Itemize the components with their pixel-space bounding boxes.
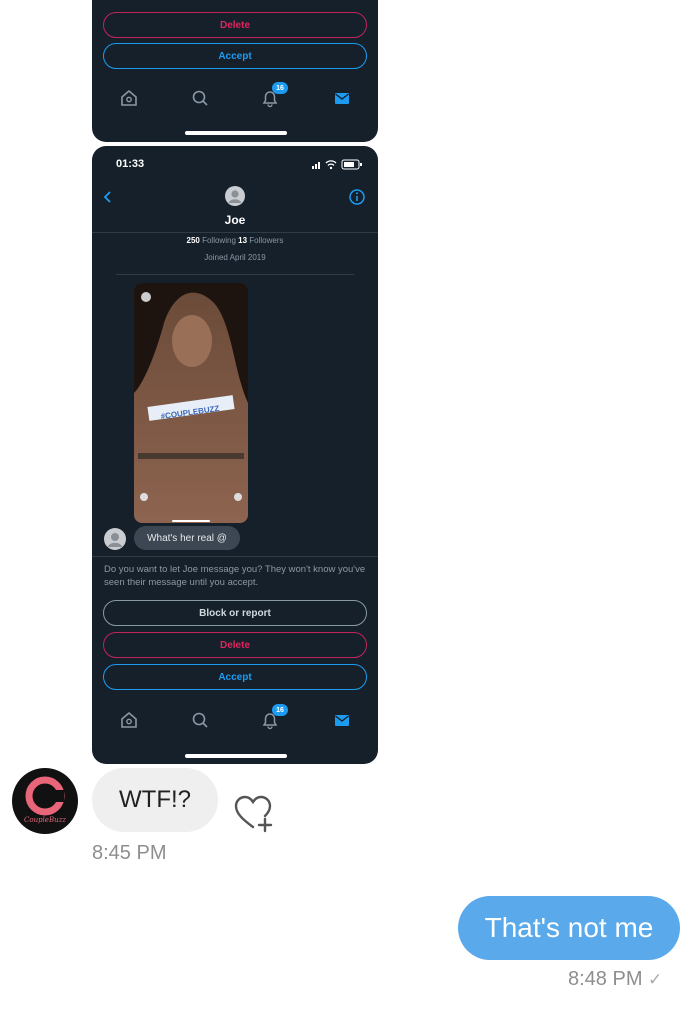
request-divider	[92, 556, 378, 557]
info-icon[interactable]	[348, 188, 366, 206]
dm-request-screenshot: 01:33 Joe 250 Following 13 Followers Joi…	[92, 146, 378, 764]
following-count: 250	[186, 236, 200, 245]
accept-label: Accept	[218, 50, 252, 62]
block-report-label: Block or report	[199, 607, 271, 619]
sent-message-text: That's not me	[484, 912, 654, 943]
story-home-indicator	[172, 520, 210, 522]
like-heart-icon[interactable]	[232, 793, 274, 833]
sent-message-bubble: That's not me	[458, 896, 680, 960]
accept-button[interactable]: Accept	[103, 43, 367, 69]
accept-label: Accept	[218, 671, 252, 683]
block-report-button[interactable]: Block or report	[103, 600, 367, 626]
mail-icon[interactable]	[332, 710, 352, 730]
couplebuzz-avatar[interactable]: CoupleBuzz	[12, 768, 78, 834]
delete-label: Delete	[219, 19, 250, 31]
message-request-text: Do you want to let Joe message you? They…	[104, 564, 366, 588]
header-divider	[92, 232, 378, 233]
tab-bar: 16	[92, 704, 378, 732]
couplebuzz-logo	[25, 776, 65, 816]
search-icon[interactable]	[190, 88, 210, 108]
profile-divider	[116, 274, 354, 275]
followers-count: 13	[238, 236, 248, 245]
home-indicator	[185, 754, 287, 758]
following-label: Following	[202, 236, 236, 245]
notification-badge: 16	[272, 82, 288, 94]
delete-label: Delete	[219, 639, 250, 651]
reply-message: What's her real @	[134, 526, 240, 550]
sent-message-time: 8:48 PM	[568, 968, 643, 990]
notification-badge: 16	[272, 704, 288, 716]
followers-label: Followers	[249, 236, 284, 245]
home-icon[interactable]	[119, 710, 139, 730]
delete-button[interactable]: Delete	[103, 632, 367, 658]
avatar-text: CoupleBuzz	[24, 816, 66, 824]
status-time: 01:33	[116, 158, 145, 170]
received-message-text: WTF!?	[119, 786, 191, 813]
received-message-time: 8:45 PM	[92, 842, 167, 864]
delete-button[interactable]: Delete	[103, 12, 367, 38]
mail-icon[interactable]	[332, 88, 352, 108]
sender-avatar[interactable]	[104, 528, 126, 550]
search-icon[interactable]	[190, 710, 210, 730]
back-arrow-icon[interactable]	[102, 190, 114, 204]
received-message-bubble: WTF!?	[92, 768, 218, 832]
home-indicator	[185, 131, 287, 135]
profile-avatar[interactable]	[225, 186, 245, 206]
profile-stats: 250 Following 13 Followers	[92, 236, 378, 245]
profile-name: Joe	[224, 213, 246, 227]
read-checkmark-icon: ✓	[648, 970, 663, 989]
tab-bar: 16	[92, 82, 378, 110]
shared-story-image[interactable]: #COUPLEBUZZ	[134, 283, 248, 523]
sent-message-meta: 8:48 PM ✓	[568, 968, 662, 991]
status-icons	[312, 159, 362, 170]
top-screenshot: Delete Accept 16	[92, 0, 378, 142]
accept-button[interactable]: Accept	[103, 664, 367, 690]
joined-date: Joined April 2019	[204, 253, 266, 262]
home-icon[interactable]	[119, 88, 139, 108]
